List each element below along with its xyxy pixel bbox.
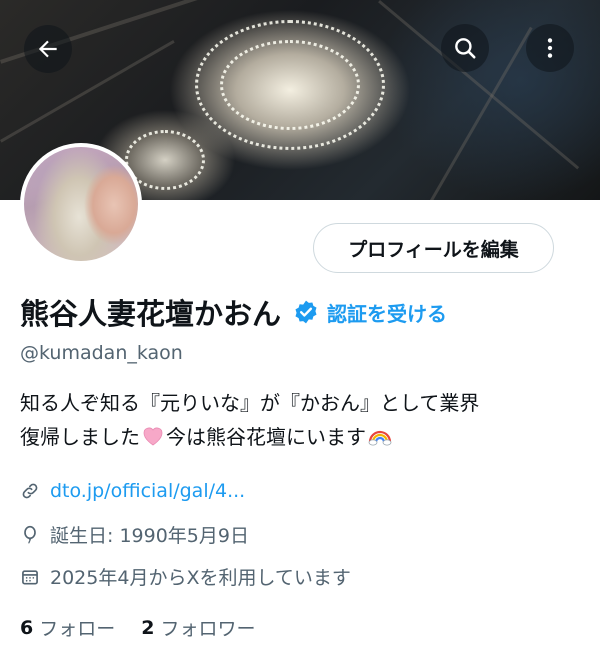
bio-line-1: 知る人ぞ知る『元りいな』が『かおん』として業界	[20, 391, 480, 415]
website-link[interactable]: dto.jp/official/gal/4...	[50, 480, 245, 502]
search-button[interactable]	[441, 24, 489, 72]
birthday-text: 誕生日: 1990年5月9日	[50, 525, 249, 547]
search-icon	[455, 38, 476, 59]
get-verified-link[interactable]: 認証を受ける	[327, 298, 447, 327]
avatar[interactable]	[20, 143, 142, 265]
link-icon	[22, 483, 38, 499]
birthday-row: 誕生日: 1990年5月9日	[20, 521, 249, 548]
pink-heart-icon	[141, 422, 165, 456]
name-row: 熊谷人妻花壇かおん 認証を受ける	[20, 290, 447, 334]
bio-line-2: 復帰しました 今は熊谷花壇にいます	[20, 420, 585, 456]
following-label: フォロー	[39, 618, 116, 640]
followers-label: フォロワー	[160, 618, 256, 640]
verified-badge-icon[interactable]	[293, 299, 319, 325]
bio-text-b: 今は熊谷花壇にいます	[166, 425, 366, 449]
back-button[interactable]	[24, 25, 72, 73]
bio: 知る人ぞ知る『元りいな』が『かおん』として業界 復帰しました 今は熊谷花壇にいます	[20, 386, 585, 456]
more-vertical-icon	[547, 38, 553, 58]
balloon-icon	[24, 525, 36, 544]
edit-profile-button[interactable]: プロフィールを編集	[313, 223, 554, 273]
joined-row: 2025年4月からXを利用しています	[20, 563, 351, 590]
arrow-left-icon	[38, 40, 57, 58]
rainbow-icon	[367, 422, 393, 456]
following-count: 6	[20, 616, 34, 639]
joined-text: 2025年4月からXを利用しています	[50, 567, 351, 589]
user-handle: @kumadan_kaon	[20, 342, 183, 364]
followers-count: 2	[141, 616, 155, 639]
follow-stats: 6 フォロー 2 フォロワー	[20, 614, 256, 641]
followers-link[interactable]: 2 フォロワー	[141, 614, 255, 641]
website-row: dto.jp/official/gal/4...	[20, 480, 245, 502]
display-name: 熊谷人妻花壇かおん	[20, 297, 282, 331]
more-button[interactable]	[526, 24, 574, 72]
bio-text-a: 復帰しました	[20, 425, 140, 449]
calendar-icon	[22, 569, 38, 584]
following-link[interactable]: 6 フォロー	[20, 614, 115, 641]
